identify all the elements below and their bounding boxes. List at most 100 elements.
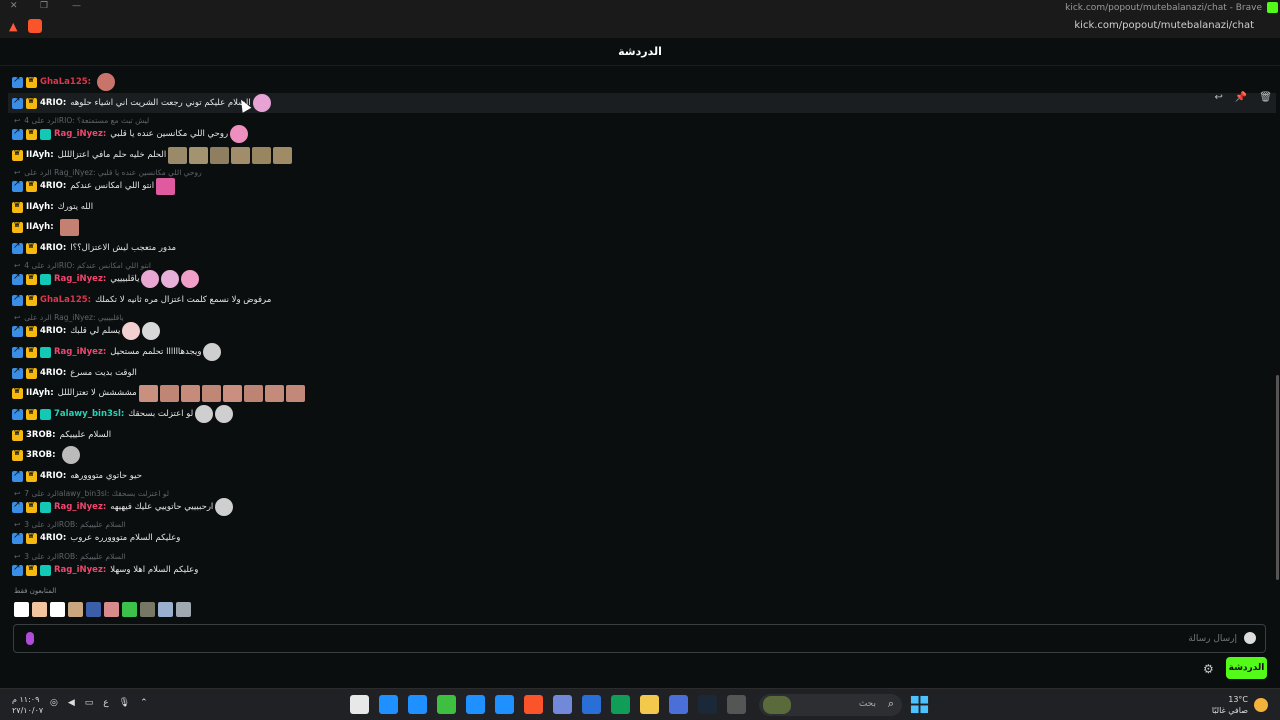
username[interactable]: 4RIO: [40,98,66,108]
viewer-avatar[interactable] [122,602,137,617]
app-window-icon[interactable] [495,695,514,714]
username[interactable]: IIAyh: [26,222,54,232]
mic-tray-icon[interactable]: 🎙 [119,698,130,708]
viewer-avatar[interactable] [68,602,83,617]
chat-message[interactable]: 4RIO: حيو حاتوي متووورهه [12,466,142,486]
windows-start-icon[interactable] [910,695,929,714]
chat-message[interactable]: 4RIO: الوقت بديت مسرع [12,363,137,383]
chat-message[interactable]: 4RIO: يسلم لي قلبك [12,321,161,341]
chat-message[interactable]: 7alawy_bin3sl: لو اعتزلت بسحقك [12,404,234,424]
viewer-avatar[interactable] [14,602,29,617]
chat-message[interactable]: IIAyh:الحلم خليه حلم مافي اعتزالللل [12,145,293,165]
username[interactable]: IIAyh: [26,388,54,398]
taskbar-clock[interactable]: ١١:٠٩ م ٢٧/١٠/٠٧ [12,694,43,716]
chat-message-input[interactable] [137,631,1237,647]
chat-message[interactable]: IIAyh:مشششش لا تعتزالللل [12,383,305,403]
chat-message[interactable]: 4RIO: انتو اللي امكانس عندكم [12,176,176,196]
chat-message[interactable]: Rag_iNyez: ويجدهاااااا تحلمم مستحيل [12,342,222,362]
url-text[interactable]: kick.com/popout/mutebalanazi/chat [1074,20,1254,31]
username[interactable]: 4RIO: [40,181,66,191]
emoji-icon[interactable] [1244,632,1256,644]
viewer-avatar[interactable] [140,602,155,617]
username[interactable]: GhaLa125: [40,77,91,87]
discord-icon[interactable] [553,695,572,714]
edge-icon[interactable] [611,695,630,714]
chat-message[interactable]: Rag_iNyez: ارحبيييي حاتوييي عليك فيهيهه [12,497,234,517]
chevron-up-icon[interactable]: ⌃ [140,698,148,708]
username[interactable]: 4RIO: [40,243,66,253]
username[interactable]: Rag_iNyez: [54,274,106,284]
chat-message[interactable]: 4RIO: مدور متعجب ليش الاعتزال؟؟ا [12,238,176,258]
minimize-window-icon[interactable]: — [72,1,81,11]
app-window-icon[interactable] [408,695,427,714]
warning-icon[interactable]: ▲ [9,20,17,33]
folder-icon[interactable] [640,695,659,714]
username[interactable]: GhaLa125: [40,295,91,305]
username[interactable]: 4RIO: [40,471,66,481]
reply-icon[interactable]: ↩ [1214,92,1222,103]
username[interactable]: 7alawy_bin3sl: [54,409,124,419]
mic-icon[interactable] [26,632,34,645]
taskbar-search[interactable]: بحث ⌕ [759,694,902,716]
chat-message[interactable]: IIAyh: [12,217,79,237]
username[interactable]: IIAyh: [26,202,54,212]
moderator-badge-icon [12,241,23,254]
username[interactable]: Rag_iNyez: [54,565,106,575]
chat-message[interactable]: IIAyh:الله يتورك [12,197,93,217]
chat-message[interactable]: 4RIO: السلام عليكم توني رجعت الشريت اني ا… [8,93,1276,113]
username[interactable]: 4RIO: [40,533,66,543]
chat-input-box[interactable] [13,624,1266,653]
crown-badge-icon [26,179,37,192]
close-window-icon[interactable]: ✕ [10,1,18,11]
username[interactable]: 3ROB: [26,430,56,440]
chat-message[interactable]: Rag_iNyez: ياقلبيييي [12,269,200,289]
app-window-icon[interactable] [379,695,398,714]
pin-icon[interactable]: 📌 [1235,92,1247,103]
moderator-badge-icon [12,366,23,379]
send-chat-button[interactable]: الدردشة [1226,657,1267,679]
weather-widget[interactable]: 13°C صافي غالبًا [1212,694,1268,716]
username[interactable]: 4RIO: [40,326,66,336]
username[interactable]: Rag_iNyez: [54,129,106,139]
viewer-avatar[interactable] [104,602,119,617]
viewer-avatar[interactable] [158,602,173,617]
chat-message[interactable]: 3ROB:السلام عليييكم [12,425,111,445]
moderator-badge-icon [12,324,23,337]
chat-message[interactable]: Rag_iNyez: وعليكم السلام اهلا وسهلا [12,560,198,580]
username[interactable]: Rag_iNyez: [54,347,106,357]
chat-message-list[interactable]: ↩ الرد على 4RIO: ليش تبث مع مستمتعة؟ ↩ الرد… [0,68,1276,588]
chat-message[interactable]: 4RIO: وعليكم السلام متووورره عروب [12,528,180,548]
store-icon[interactable] [582,695,601,714]
brave-shield-icon[interactable] [28,19,42,33]
restore-window-icon[interactable]: ❐ [40,1,48,11]
chat-message[interactable]: GhaLa125: مرفوض ولا نسمع كلمت اعتزال مره … [12,290,271,310]
viewer-avatar[interactable] [86,602,101,617]
obs-icon[interactable] [350,695,369,714]
emote-icon [201,384,221,402]
viewer-avatar[interactable] [176,602,191,617]
xbox-icon[interactable] [437,695,456,714]
brave-icon[interactable] [524,695,543,714]
app-window-icon[interactable] [727,695,746,714]
emote-icon [252,94,271,112]
viewer-avatar[interactable] [50,602,65,617]
recent-viewers-avatars [14,602,191,617]
delete-icon[interactable]: 🗑 [1259,92,1272,103]
steam-icon[interactable] [698,695,717,714]
username[interactable]: 3ROB: [26,450,56,460]
office-icon[interactable] [669,695,688,714]
chat-message[interactable]: 3ROB: [12,445,80,465]
volume-icon[interactable]: ◀ [68,698,75,708]
username[interactable]: Rag_iNyez: [54,502,106,512]
display-icon[interactable]: ▭ [85,698,94,708]
chat-message[interactable]: GhaLa125: [12,72,116,92]
viewer-avatar[interactable] [32,602,47,617]
app-window-icon[interactable] [466,695,485,714]
network-icon[interactable]: ◎ [50,698,58,708]
chat-message[interactable]: Rag_iNyez: روحي اللي مكانسين عنده يا قلبي [12,124,249,144]
username[interactable]: 4RIO: [40,368,66,378]
username[interactable]: IIAyh: [26,150,54,160]
chat-scrollbar[interactable] [1276,375,1279,580]
language-icon[interactable]: ع [103,698,108,708]
settings-gear-icon[interactable]: ⚙ [1203,662,1214,676]
